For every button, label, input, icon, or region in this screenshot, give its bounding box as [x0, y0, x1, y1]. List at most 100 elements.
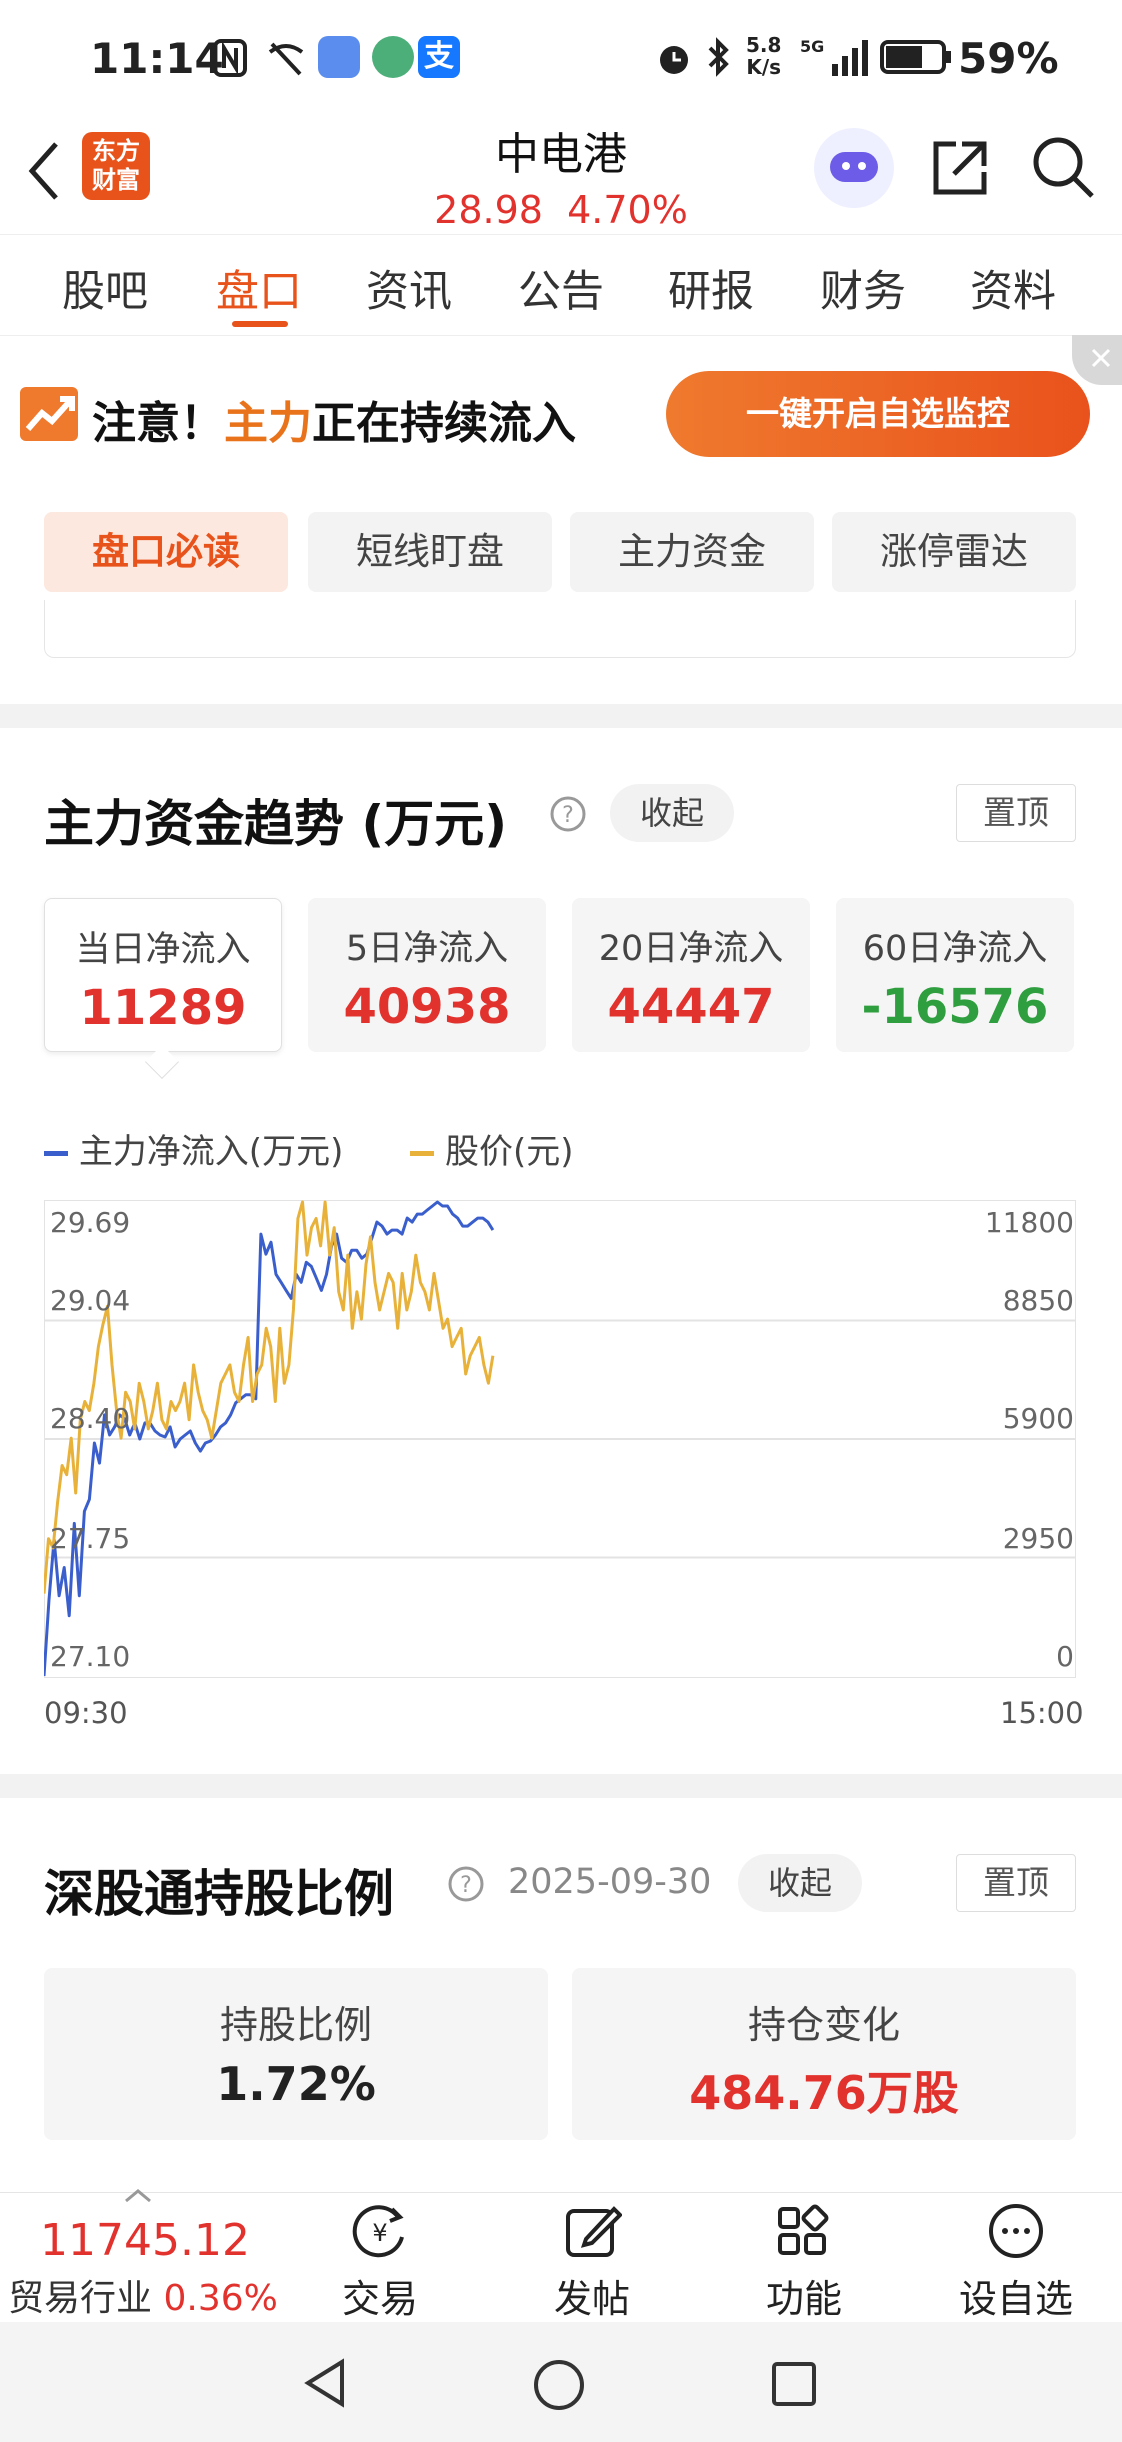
collapse-button[interactable]: 收起 [610, 784, 734, 842]
left-tick-0: 29.69 [50, 1206, 131, 1239]
right-tick-3: 2950 [1002, 1522, 1074, 1555]
right-tick-2: 5900 [1002, 1402, 1074, 1435]
tab-guba[interactable]: 股吧 [62, 257, 148, 319]
right-tick-4: 0 [1056, 1640, 1074, 1673]
stock-header: 东方 财富 中电港 28.98 4.70% [0, 118, 1122, 234]
share-icon[interactable] [928, 136, 992, 200]
banner-text: 注意！主力正在持续流入 [92, 398, 576, 449]
left-tick-1: 29.04 [50, 1284, 131, 1317]
tab-finance[interactable]: 财务 [820, 257, 906, 319]
bluetooth-icon [708, 37, 729, 77]
bank-app-icon [372, 36, 414, 78]
sub-tabs: 盘口必读 短线盯盘 主力资金 涨停雷达 [0, 500, 1122, 600]
battery-percent: 59% [958, 34, 1059, 83]
clock: 11:14 [90, 34, 224, 83]
svg-text:5G: 5G [800, 37, 824, 56]
tab-pankou[interactable]: 盘口 [216, 257, 302, 319]
battery-icon [880, 40, 951, 74]
nav-recents-icon[interactable] [770, 2360, 818, 2408]
chevron-up-icon[interactable] [124, 2189, 152, 2203]
nav-back-icon[interactable] [302, 2358, 346, 2408]
today-inflow-card[interactable]: 当日净流入 11289 [44, 898, 282, 1052]
monitor-banner: 注意！主力正在持续流入 一键开启自选监控 [0, 335, 1122, 487]
back-arrow-icon[interactable] [24, 138, 64, 204]
search-icon[interactable] [1030, 134, 1096, 202]
tab-news[interactable]: 资讯 [366, 257, 452, 319]
sz-connect-date: 2025-09-30 [508, 1862, 712, 1902]
nfc-icon [213, 39, 247, 77]
svg-text:?: ? [460, 1873, 472, 1898]
close-icon [1091, 348, 1111, 368]
20day-inflow-card[interactable]: 20日净流入 44447 [572, 898, 810, 1052]
no-signal-icon [268, 42, 304, 76]
legend-swatch-flow [44, 1151, 68, 1156]
section-divider-2 [0, 1774, 1122, 1798]
more-dots-icon [989, 2204, 1043, 2258]
message-app-icon [318, 36, 360, 78]
hold-change-card: 持仓变化 484.76万股 [572, 1968, 1076, 2140]
eastmoney-logo[interactable]: 东方 财富 [82, 132, 150, 200]
left-tick-2: 28.40 [50, 1402, 131, 1435]
subtab-must-read[interactable]: 盘口必读 [44, 512, 288, 592]
subtab-short-term[interactable]: 短线盯盘 [308, 512, 552, 592]
grid-icon [778, 2204, 829, 2255]
left-tick-3: 27.75 [50, 1522, 131, 1555]
chart-canvas [44, 1200, 1076, 1678]
subtab-limit-up-radar[interactable]: 涨停雷达 [832, 512, 1076, 592]
tab-announcements[interactable]: 公告 [518, 257, 604, 319]
alarm-icon [660, 46, 688, 74]
signal-5g-icon: 5G [800, 37, 868, 76]
net-speed: 5.8 K/s [746, 33, 782, 79]
help-icon-2[interactable]: ? [446, 1864, 486, 1904]
pin-top-button-2[interactable]: 置顶 [956, 1854, 1076, 1912]
bottom-action-bar: 11745.12 贸易行业 0.36% ¥ 交易 发帖 功能 设自选 [0, 2189, 1122, 2323]
close-banner-button[interactable] [1072, 335, 1122, 385]
system-nav-bar [0, 2322, 1122, 2442]
pin-top-button[interactable]: 置顶 [956, 784, 1076, 842]
subtab-main-fund[interactable]: 主力资金 [570, 512, 814, 592]
collapse-button-2[interactable]: 收起 [738, 1854, 862, 1912]
status-bar: 11:14 支 5.8 K/s 5G 59% [0, 0, 1122, 118]
x-label-start: 09:30 [44, 1696, 128, 1730]
legend-swatch-price [410, 1151, 435, 1156]
left-tick-4: 27.10 [50, 1640, 131, 1673]
add-watchlist-button[interactable]: 设自选 [936, 2203, 1096, 2323]
alipay-icon: 支 [418, 36, 460, 78]
right-tick-0: 11800 [984, 1206, 1074, 1239]
svg-text:?: ? [562, 803, 574, 828]
fund-trend-title: 主力资金趋势 (万元) [44, 795, 508, 853]
trend-up-icon [20, 387, 78, 441]
industry-index-value[interactable]: 11745.12 [40, 2215, 250, 2266]
main-tabs: 股吧 盘口 资讯 公告 研报 财务 资料 [0, 234, 1122, 336]
active-tab-indicator [232, 321, 288, 327]
industry-change: 0.36% [163, 2278, 278, 2319]
industry-name: 贸易行业 [8, 2278, 153, 2319]
tab-profile[interactable]: 资料 [970, 257, 1056, 319]
edit-icon [566, 2206, 623, 2257]
5day-inflow-card[interactable]: 5日净流入 40938 [308, 898, 546, 1052]
help-icon[interactable]: ? [548, 794, 588, 834]
industry-info[interactable]: 贸易行业 0.36% [8, 2269, 278, 2321]
fund-trend-chart[interactable]: 29.69 29.04 28.40 27.75 27.10 11800 8850… [44, 1200, 1076, 1678]
60day-inflow-card[interactable]: 60日净流入 -16576 [836, 898, 1074, 1052]
stock-price: 28.98 [434, 188, 543, 232]
x-label-end: 15:00 [1000, 1696, 1084, 1730]
clipped-card [44, 600, 1076, 658]
nav-home-icon[interactable] [532, 2358, 586, 2412]
legend-flow: 主力净流入(万元) [78, 1132, 344, 1172]
robot-assistant-icon[interactable] [814, 128, 894, 208]
tab-research[interactable]: 研报 [668, 257, 754, 319]
enable-monitor-button[interactable]: 一键开启自选监控 [666, 371, 1090, 457]
chart-legend: 主力净流入(万元) 股价(元) [44, 1124, 574, 1173]
section-divider [0, 704, 1122, 728]
hold-ratio-card: 持股比例 1.72% [44, 1968, 548, 2140]
stock-change: 4.70% [567, 188, 688, 232]
post-button[interactable]: 发帖 [512, 2203, 672, 2323]
legend-price: 股价(元) [444, 1132, 574, 1172]
right-tick-1: 8850 [1002, 1284, 1074, 1317]
trade-button[interactable]: ¥ 交易 [300, 2203, 460, 2323]
sz-connect-title: 深股通持股比例 [44, 1865, 394, 1923]
function-button[interactable]: 功能 [724, 2203, 884, 2323]
svg-text:¥: ¥ [372, 2219, 387, 2247]
yen-refresh-icon: ¥ [352, 2205, 404, 2258]
